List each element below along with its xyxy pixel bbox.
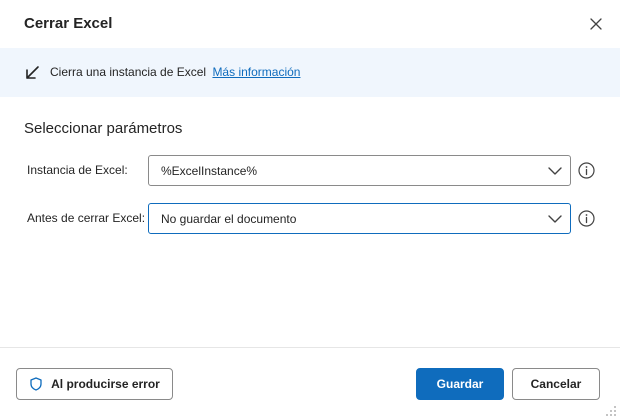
chevron-down-icon [548, 215, 562, 223]
info-bar: Cierra una instancia de Excel Más inform… [0, 48, 620, 97]
field-label-before-close: Antes de cerrar Excel: [27, 211, 146, 225]
arrow-down-left-icon [26, 66, 39, 79]
dialog-header: Cerrar Excel [0, 0, 620, 48]
cancel-button[interactable]: Cancelar [512, 368, 600, 400]
shield-icon [30, 377, 42, 391]
close-icon [590, 18, 602, 30]
chevron-down-icon [548, 167, 562, 175]
before-close-select[interactable]: No guardar el documento [148, 203, 571, 234]
excel-instance-value: %ExcelInstance% [161, 164, 258, 178]
on-error-button[interactable]: Al producirse error [16, 368, 173, 400]
resize-grip-icon[interactable] [605, 405, 617, 417]
more-info-link[interactable]: Más información [212, 65, 300, 79]
excel-instance-select[interactable]: %ExcelInstance% [148, 155, 571, 186]
info-text-container: Cierra una instancia de Excel Más inform… [50, 65, 300, 79]
dialog-title: Cerrar Excel [24, 15, 113, 32]
close-excel-dialog: Cerrar Excel Cierra una instancia de Exc… [0, 0, 620, 420]
info-icon[interactable] [578, 162, 595, 179]
footer-divider [0, 347, 620, 348]
info-icon[interactable] [578, 210, 595, 227]
close-button[interactable] [584, 12, 608, 36]
section-title: Seleccionar parámetros [24, 120, 183, 137]
info-description: Cierra una instancia de Excel [50, 65, 207, 79]
on-error-label: Al producirse error [51, 377, 160, 391]
before-close-value: No guardar el documento [161, 212, 297, 226]
save-button[interactable]: Guardar [416, 368, 504, 400]
field-label-excel-instance: Instancia de Excel: [27, 163, 128, 177]
